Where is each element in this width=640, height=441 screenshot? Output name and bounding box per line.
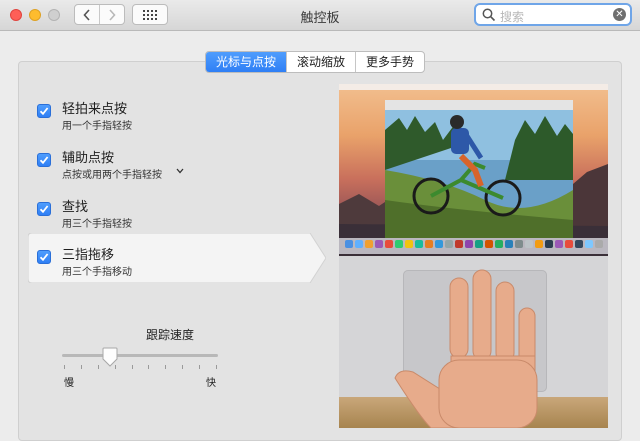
checkmark-icon	[39, 205, 49, 214]
dock-app-icon	[565, 240, 573, 248]
dock-app-icon	[495, 240, 503, 248]
option-subtitle: 用三个手指轻按	[62, 219, 132, 230]
slider-tick	[64, 365, 65, 369]
dock-app-icon	[405, 240, 413, 248]
dock-app-icon	[575, 240, 583, 248]
tab-scroll-zoom[interactable]: 滚动缩放	[286, 52, 355, 72]
fast-label: 快	[206, 378, 216, 389]
dock-app-icon	[355, 240, 363, 248]
slider-tick	[182, 365, 184, 369]
search-field[interactable]: 搜索 ✕	[474, 3, 632, 26]
dock-app-icon	[445, 240, 453, 248]
checkmark-icon	[39, 107, 49, 116]
option-subtitle: 用三个手指移动	[62, 267, 132, 278]
tap-to-click-checkbox[interactable]	[37, 104, 51, 118]
option-subtitle: 用一个手指轻按	[62, 121, 132, 132]
option-title: 辅助点按	[62, 150, 115, 165]
option-title: 轻拍来点按	[62, 101, 128, 116]
dock-app-icon	[505, 240, 513, 248]
option-secondary-click[interactable]: 辅助点按 点按或用两个手指轻按	[28, 143, 308, 187]
slider-tick	[80, 365, 82, 369]
dock-app-icon	[415, 240, 423, 248]
option-title: 三指拖移	[62, 247, 115, 262]
hand-image	[394, 269, 538, 428]
look-up-checkbox[interactable]	[37, 202, 51, 216]
three-finger-drag-checkbox[interactable]	[37, 250, 51, 264]
checkmark-icon	[39, 156, 49, 165]
dock-app-icon	[425, 240, 433, 248]
search-placeholder: 搜索	[500, 10, 525, 24]
dock-app-icon	[345, 240, 353, 248]
clear-search-icon[interactable]: ✕	[613, 8, 626, 21]
checkmark-icon	[39, 253, 49, 262]
dock-app-icon	[555, 240, 563, 248]
slider-tick	[165, 365, 167, 369]
dock-app-icon	[515, 240, 523, 248]
tab-point-and-click[interactable]: 光标与点按	[206, 52, 287, 72]
dock-app-icon	[595, 240, 603, 248]
option-three-finger-drag[interactable]: 三指拖移 用三个手指移动	[28, 240, 308, 284]
dock-app-icon	[475, 240, 483, 248]
tracking-speed-label: 跟踪速度	[145, 328, 194, 342]
tracking-speed-slider-knob[interactable]	[102, 347, 118, 367]
option-title: 查找	[62, 199, 89, 214]
mountain-bike-photo	[385, 110, 573, 238]
dock-app-icon	[535, 240, 543, 248]
dock-app-icon	[485, 240, 493, 248]
slider-tick	[199, 365, 201, 369]
dock-app-icon	[585, 240, 593, 248]
dock-app-icon	[525, 240, 533, 248]
dock-app-icon	[385, 240, 393, 248]
slow-label: 慢	[64, 378, 74, 389]
secondary-click-checkbox[interactable]	[37, 153, 51, 167]
dock-app-icon	[455, 240, 463, 248]
slider-tick	[216, 365, 217, 369]
search-icon	[482, 8, 496, 22]
slider-tick	[97, 365, 99, 369]
slider-tick	[131, 365, 133, 369]
dock-app-icon	[375, 240, 383, 248]
dock-app-icon	[365, 240, 373, 248]
slider-tick	[148, 365, 150, 369]
title-bar: 触控板 搜索 ✕	[0, 0, 640, 31]
chevron-down-icon[interactable]	[176, 168, 184, 174]
option-look-up[interactable]: 查找 用三个手指轻按	[28, 192, 308, 236]
gesture-preview-video	[339, 84, 608, 428]
option-subtitle: 点按或用两个手指轻按	[62, 170, 162, 181]
tab-bar: 光标与点按 滚动缩放 更多手势	[205, 51, 426, 73]
tracking-speed-track[interactable]	[62, 354, 218, 357]
tab-more-gestures[interactable]: 更多手势	[355, 52, 424, 72]
option-tap-to-click[interactable]: 轻拍来点按 用一个手指轻按	[28, 94, 308, 138]
dock-app-icon	[465, 240, 473, 248]
preview-menu-bar	[339, 84, 608, 90]
dock-app-icon	[545, 240, 553, 248]
dock-app-icon	[435, 240, 443, 248]
dock-app-icon	[395, 240, 403, 248]
